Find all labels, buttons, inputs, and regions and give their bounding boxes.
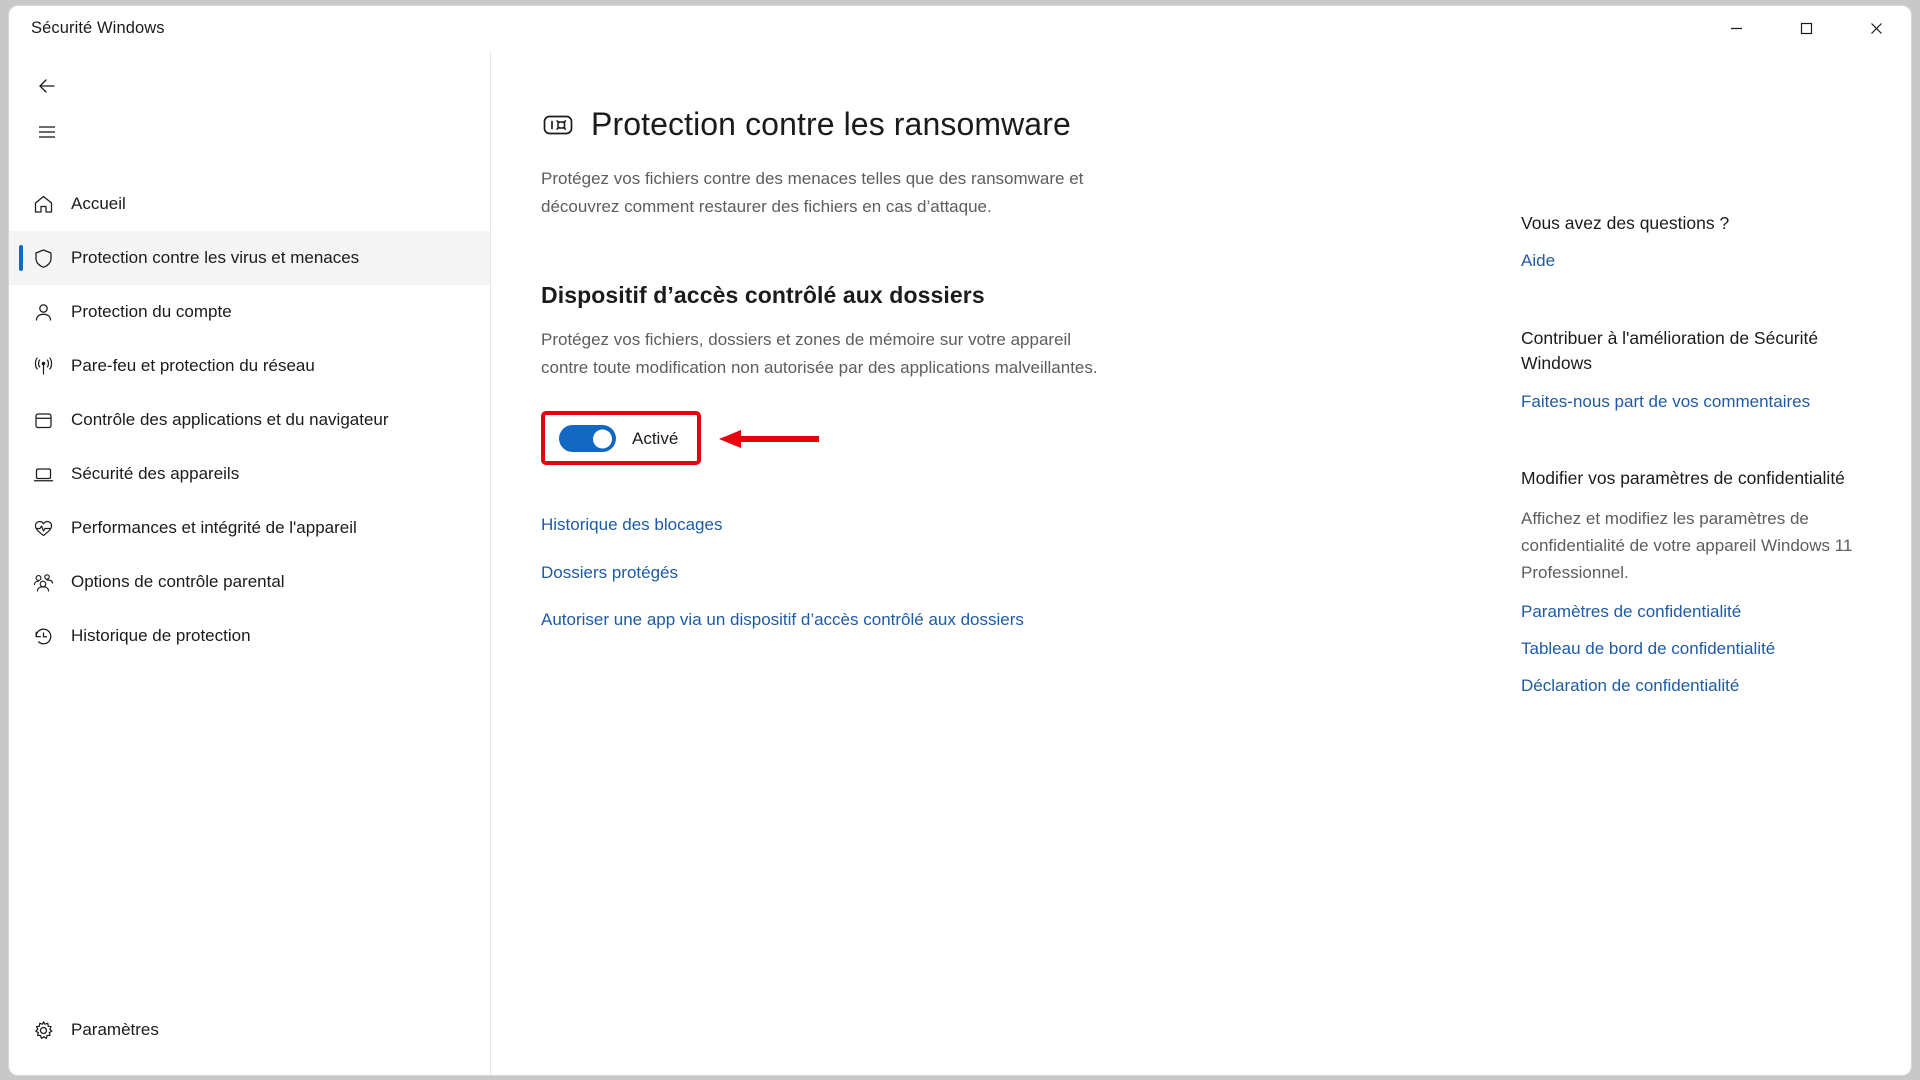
person-icon [15, 301, 71, 324]
family-icon [15, 571, 71, 594]
maximize-icon [1800, 22, 1812, 35]
close-icon [1870, 23, 1882, 34]
sidebar-item-label: Historique de protection [71, 625, 251, 645]
right-panel-title: Modifier vos paramètres de confidentiali… [1521, 468, 1845, 489]
window-title: Sécurité Windows [31, 19, 165, 37]
sidebar-item-accueil[interactable]: Accueil [9, 177, 490, 231]
heartbeat-icon [15, 517, 71, 540]
sidebar: Accueil Protection contre les virus et m… [9, 51, 491, 1075]
link-blocking-history[interactable]: Historique des blocages [541, 513, 1061, 538]
link-allow-app-through-cfa[interactable]: Autoriser une app via un dispositif d’ac… [541, 608, 1061, 633]
sidebar-item-family-options[interactable]: Options de contrôle parental [9, 555, 490, 609]
back-arrow-icon [39, 79, 55, 93]
toggle-switch[interactable] [559, 425, 616, 453]
selection-indicator [19, 623, 23, 649]
link-privacy-dashboard[interactable]: Tableau de bord de confidentialité [1521, 637, 1875, 662]
shield-icon [15, 247, 71, 270]
page-title: Protection contre les ransomware [591, 106, 1071, 142]
controlled-folder-access-section: Dispositif d’accès contrôlé aux dossiers… [541, 282, 1451, 633]
sidebar-item-label: Contrôle des applications et du navigate… [71, 409, 389, 429]
wifi-icon [15, 355, 71, 378]
home-icon [15, 193, 71, 216]
link-help[interactable]: Aide [1521, 249, 1875, 274]
page-header: Protection contre les ransomware [541, 106, 1451, 143]
link-send-feedback[interactable]: Faites-nous part de vos commentaires [1521, 390, 1875, 415]
laptop-icon [15, 463, 71, 486]
toggle-area: Activé [541, 411, 1261, 471]
sidebar-item-label: Performances et intégrité de l'appareil [71, 517, 357, 537]
sidebar-item-account-protection[interactable]: Protection du compte [9, 285, 490, 339]
sidebar-item-device-performance-health[interactable]: Performances et intégrité de l'appareil [9, 501, 490, 555]
selection-indicator [19, 245, 23, 271]
sidebar-top-controls [9, 63, 490, 155]
sidebar-bottom: Paramètres [9, 1003, 490, 1075]
window-body: Accueil Protection contre les virus et m… [9, 51, 1911, 1075]
right-panel-block-feedback: Contribuer à l'amélioration de Sécurité … [1521, 326, 1875, 414]
right-panel-description: Affichez et modifiez les paramètres de c… [1521, 508, 1853, 583]
toggle-knob [593, 429, 612, 449]
app-window: Sécurité Windows Accueil Protection cont… [8, 5, 1912, 1076]
right-panel: Vous avez des questions ? Aide Contribue… [1491, 51, 1911, 1075]
ransomware-icon [541, 108, 575, 142]
selection-indicator [19, 407, 23, 433]
link-privacy-statement[interactable]: Déclaration de confidentialité [1521, 674, 1875, 699]
maximize-button[interactable] [1771, 6, 1841, 51]
sidebar-item-label: Paramètres [71, 1019, 159, 1039]
selection-indicator [19, 515, 23, 541]
annotation-arrow-icon [719, 430, 819, 449]
right-panel-title: Contribuer à l'amélioration de Sécurité … [1521, 328, 1819, 374]
link-privacy-settings[interactable]: Paramètres de confidentialité [1521, 600, 1875, 625]
browser-icon [15, 409, 71, 432]
section-title: Dispositif d’accès contrôlé aux dossiers [541, 282, 985, 309]
hamburger-menu-button[interactable] [21, 109, 73, 155]
right-panel-block-questions: Vous avez des questions ? Aide [1521, 211, 1875, 274]
selection-indicator [19, 299, 23, 325]
sidebar-item-protection-history[interactable]: Historique de protection [9, 609, 490, 663]
section-description: Protégez vos fichiers, dossiers et zones… [541, 330, 1098, 377]
sidebar-item-firewall-network[interactable]: Pare-feu et protection du réseau [9, 339, 490, 393]
right-panel-title: Vous avez des questions ? [1521, 213, 1730, 233]
selection-indicator [19, 1017, 23, 1043]
sidebar-item-label: Accueil [71, 193, 126, 213]
content-column: Protection contre les ransomware Protége… [491, 51, 1491, 1075]
controlled-folder-access-toggle[interactable]: Activé [559, 425, 679, 453]
sidebar-item-device-security[interactable]: Sécurité des appareils [9, 447, 490, 501]
sidebar-nav-list: Accueil Protection contre les virus et m… [9, 177, 490, 663]
window-controls [1701, 6, 1911, 51]
title-bar: Sécurité Windows [9, 6, 1911, 51]
history-icon [15, 625, 71, 648]
close-button[interactable] [1841, 6, 1911, 51]
sidebar-item-label: Sécurité des appareils [71, 463, 240, 483]
right-panel-block-privacy: Modifier vos paramètres de confidentiali… [1521, 466, 1875, 698]
sidebar-item-label: Protection du compte [71, 301, 232, 321]
link-protected-folders[interactable]: Dossiers protégés [541, 561, 1061, 586]
selection-indicator [19, 353, 23, 379]
toggle-state-label: Activé [632, 428, 679, 448]
sidebar-item-label: Pare-feu et protection du réseau [71, 355, 315, 375]
main-area: Protection contre les ransomware Protége… [491, 51, 1911, 1075]
sidebar-item-virus-threat-protection[interactable]: Protection contre les virus et menaces [9, 231, 490, 285]
sidebar-item-settings[interactable]: Paramètres [9, 1003, 490, 1057]
sidebar-item-app-browser-control[interactable]: Contrôle des applications et du navigate… [9, 393, 490, 447]
gear-icon [15, 1019, 71, 1042]
selection-indicator [19, 191, 23, 217]
selection-indicator [19, 461, 23, 487]
section-links: Historique des blocages Dossiers protégé… [541, 513, 1451, 633]
selection-indicator [19, 569, 23, 595]
minimize-button[interactable] [1701, 6, 1771, 51]
sidebar-item-label: Protection contre les virus et menaces [71, 247, 360, 267]
back-button[interactable] [21, 63, 73, 109]
page-description: Protégez vos fichiers contre des menaces… [541, 169, 1084, 216]
minimize-icon [1730, 27, 1742, 30]
sidebar-item-label: Options de contrôle parental [71, 571, 285, 591]
hamburger-menu-icon [39, 126, 55, 138]
